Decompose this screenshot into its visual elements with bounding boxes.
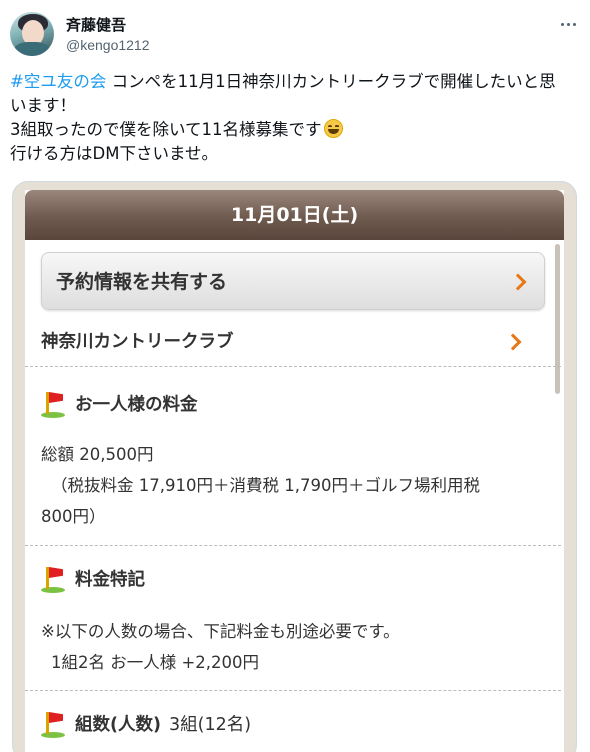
- chevron-right-icon: [504, 333, 522, 351]
- divider: [25, 690, 561, 691]
- golf-flag-icon: [41, 565, 67, 593]
- share-reservation-button[interactable]: 予約情報を共有する: [41, 252, 545, 310]
- tweet-text-line1: コンペを11月1日神奈川カントリークラブで開催したいと思: [106, 72, 556, 91]
- golf-club-link[interactable]: 神奈川カントリークラブ: [25, 320, 545, 364]
- fee-breakdown-line2: 800円）: [41, 507, 106, 526]
- groups-value: 3組(12名): [169, 715, 252, 735]
- golf-club-name: 神奈川カントリークラブ: [41, 332, 234, 352]
- tweet-text: #空ユ友の会 コンペを11月1日神奈川カントリークラブで開催したいと思 います！…: [10, 70, 580, 166]
- special-fee-detail: 1組2名 お一人様 +2,200円: [51, 653, 260, 672]
- fee-section-title-text: お一人様の料金: [75, 395, 198, 415]
- fee-total: 総額 20,500円: [41, 445, 154, 464]
- tweet-media-image[interactable]: 11月01日(土) 予約情報を共有する 神奈川カントリークラブ お一人様の料金 …: [12, 181, 577, 752]
- tweet-text-line3: 3組取ったので僕を除いて11名様募集です: [10, 120, 322, 139]
- reservation-panel: 11月01日(土) 予約情報を共有する 神奈川カントリークラブ お一人様の料金 …: [25, 190, 564, 752]
- scrollbar[interactable]: [555, 244, 560, 394]
- tweet-text-line4: 行ける方はDM下さいませ。: [10, 144, 218, 163]
- groups-section-title: 組数(人数) 3組(12名): [41, 710, 251, 740]
- special-fee-section-title: 料金特記: [41, 565, 145, 595]
- tweet-header: 斉藤健吾 @kengo1212: [10, 12, 580, 58]
- golf-flag-icon: [41, 710, 67, 738]
- author-handle[interactable]: @kengo1212: [66, 37, 150, 53]
- golf-flag-icon: [41, 390, 67, 418]
- fee-breakdown-line1: （税抜料金 17,910円＋消費税 1,790円＋ゴルフ場利用税: [51, 476, 480, 495]
- more-icon[interactable]: [556, 14, 580, 34]
- tweet-text-line2: います！: [10, 96, 76, 115]
- special-fee-note: ※以下の人数の場合、下記料金も別途必要です。: [41, 622, 400, 641]
- avatar[interactable]: [10, 12, 54, 56]
- share-reservation-label: 予約情報を共有する: [56, 271, 228, 293]
- date-header: 11月01日(土): [25, 190, 564, 240]
- special-fee-section-title-text: 料金特記: [75, 570, 145, 590]
- grinning-squinting-face-icon: [323, 119, 343, 138]
- hashtag-link[interactable]: #空ユ友の会: [10, 72, 106, 91]
- chevron-right-icon: [509, 273, 527, 291]
- divider: [25, 366, 561, 367]
- fee-section-title: お一人様の料金: [41, 390, 198, 420]
- author-display-name[interactable]: 斉藤健吾: [66, 14, 126, 35]
- groups-section-title-text: 組数(人数): [75, 715, 161, 735]
- divider: [25, 545, 561, 546]
